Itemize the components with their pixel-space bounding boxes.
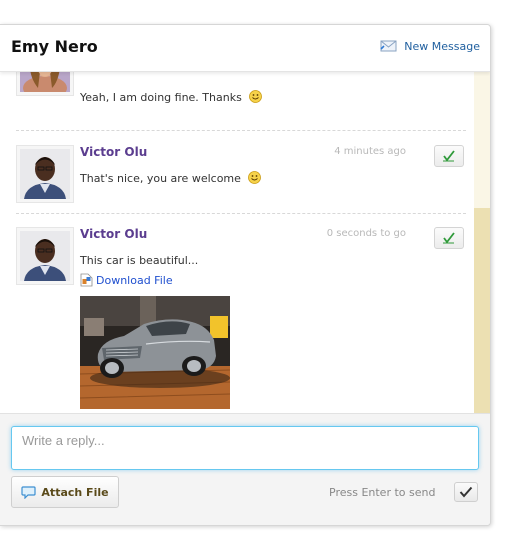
enter-to-send-hint: Press Enter to send [329, 486, 436, 499]
envelope-icon [380, 40, 397, 52]
sender-name[interactable]: Victor Olu [80, 145, 147, 159]
chat-panel: Emy Nero New Message Yeah, I am doing fi… [0, 24, 491, 526]
car-image[interactable] [79, 296, 231, 409]
message-text: This car is beautiful... [80, 254, 199, 267]
timestamp: 0 seconds to go [326, 228, 406, 239]
check-icon [443, 150, 455, 162]
attach-file-label: Attach File [41, 485, 109, 499]
message-text: Yeah, I am doing fine. Thanks [80, 90, 263, 106]
thread-scrollbar[interactable] [474, 71, 490, 413]
message-thread[interactable]: Yeah, I am doing fine. Thanks Victor Olu… [0, 65, 474, 413]
speech-bubble-icon [21, 486, 37, 499]
send-toggle-checkbox[interactable] [454, 482, 478, 502]
check-icon [443, 232, 455, 244]
new-message-link[interactable]: New Message [380, 39, 480, 53]
smiley-icon [248, 171, 262, 187]
checkmark-icon [459, 486, 473, 498]
reply-input[interactable] [11, 426, 479, 470]
message-divider [16, 213, 466, 214]
conversation-title: Emy Nero [11, 37, 98, 56]
download-file-label: Download File [96, 273, 173, 287]
message-action-button[interactable] [434, 145, 464, 167]
message-action-button[interactable] [434, 227, 464, 249]
chat-header: Emy Nero New Message [0, 25, 490, 72]
avatar [16, 227, 74, 285]
new-message-label: New Message [404, 39, 480, 53]
attach-file-button[interactable]: Attach File [11, 476, 119, 508]
file-icon [80, 273, 93, 287]
timestamp: 4 minutes ago [334, 146, 406, 157]
scrollbar-thumb[interactable] [474, 208, 490, 413]
avatar [16, 145, 74, 203]
reply-composer: Attach File Press Enter to send [0, 413, 490, 525]
message-divider [16, 130, 466, 131]
message-text: That's nice, you are welcome [80, 171, 262, 187]
smiley-icon [249, 90, 263, 106]
sender-name[interactable]: Victor Olu [80, 227, 147, 241]
download-file-link[interactable]: Download File [80, 273, 173, 287]
